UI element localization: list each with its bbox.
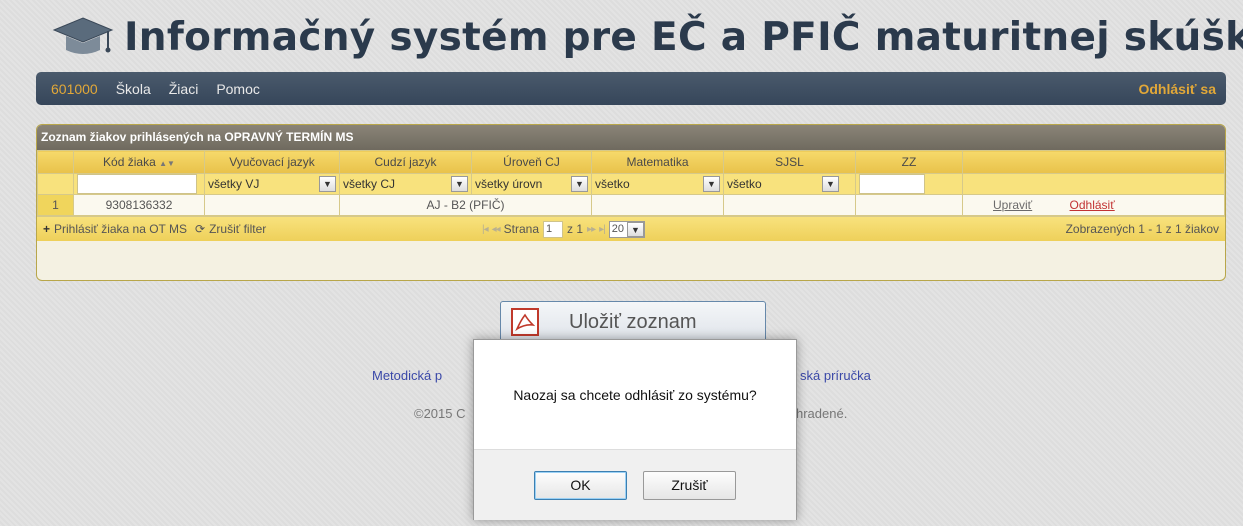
cancel-button[interactable]: Zrušiť xyxy=(643,470,736,500)
cell-cudzi-jazyk: AJ - B2 (PFIČ) xyxy=(339,194,592,216)
last-page-icon[interactable]: ▸| xyxy=(599,224,606,235)
cell-sjsl xyxy=(723,194,856,216)
nav-item-pomoc[interactable]: Pomoc xyxy=(216,81,260,97)
filter-row: všetky VJ ▼ všetky CJ ▼ všetky úrovn ▼ všet… xyxy=(37,173,1225,195)
plus-icon[interactable]: + xyxy=(43,222,50,236)
add-student-link[interactable]: Prihlásiť žiaka na OT MS xyxy=(54,222,187,236)
pager-controls: |◂ ◂◂ Strana 1 z 1 ▸▸ ▸| 20 ▼ xyxy=(482,220,645,238)
unregister-link[interactable]: Odhlásiť xyxy=(1070,198,1115,212)
copyright-left: ©2015 C xyxy=(414,406,466,421)
page-size-select[interactable]: 20 ▼ xyxy=(608,220,645,238)
code-filter-input[interactable] xyxy=(77,174,197,194)
cudzi-jazyk-filter-select[interactable]: všetky CJ ▼ xyxy=(343,176,468,192)
app-title: Informačný systém pre EČ a PFIČ maturitn… xyxy=(124,14,1243,60)
user-guide-link[interactable]: ská príručka xyxy=(800,368,871,383)
clear-filter-link[interactable]: Zrušiť filter xyxy=(209,222,266,236)
col-header-actions xyxy=(962,150,1225,174)
cell-matematika xyxy=(591,194,724,216)
logout-confirm-dialog: Naozaj sa chcete odhlásiť zo systému? OK… xyxy=(473,339,797,520)
ok-button[interactable]: OK xyxy=(534,470,627,500)
vyuc-jazyk-filter-select[interactable]: všetky VJ ▼ xyxy=(208,176,336,192)
chevron-down-icon: ▼ xyxy=(626,221,644,237)
page-of-label: z 1 xyxy=(567,222,584,236)
app-header: Informačný systém pre EČ a PFIČ maturitn… xyxy=(52,8,1243,66)
cell-actions: Upraviť Odhlásiť xyxy=(962,194,1225,216)
chevron-down-icon: ▼ xyxy=(451,176,468,192)
dialog-footer: OK Zrušiť xyxy=(474,449,796,520)
prev-page-icon[interactable]: ◂◂ xyxy=(492,224,501,235)
top-nav: 601000 Škola Žiaci Pomoc Odhlásiť sa xyxy=(36,72,1226,105)
page-input[interactable]: 1 xyxy=(543,220,564,238)
sort-icon: ▲▼ xyxy=(159,159,175,168)
dialog-message: Naozaj sa chcete odhlásiť zo systému? xyxy=(513,386,757,403)
chevron-down-icon: ▼ xyxy=(319,176,336,192)
cell-vyuc-jazyk xyxy=(204,194,340,216)
col-header-zz[interactable]: ZZ xyxy=(855,150,963,174)
save-list-label: Uložiť zoznam xyxy=(569,310,697,333)
grid-pager: + Prihlásiť žiaka na OT MS ⟳ Zrušiť filt… xyxy=(37,216,1225,241)
nav-school-code[interactable]: 601000 xyxy=(51,81,98,97)
grid-caption: Zoznam žiakov prihlásených na OPRAVNÝ TE… xyxy=(37,125,1225,150)
nav-item-ziaci[interactable]: Žiaci xyxy=(169,81,199,97)
col-header-uroven-cj[interactable]: Úroveň CJ xyxy=(471,150,592,174)
header-row: Kód žiaka ▲▼ Vyučovací jazyk Cudzí jazyk… xyxy=(37,150,1225,174)
col-header-matematika[interactable]: Matematika xyxy=(591,150,724,174)
nav-item-skola[interactable]: Škola xyxy=(116,81,151,97)
cell-code: 9308136332 xyxy=(73,194,205,216)
refresh-icon[interactable]: ⟳ xyxy=(195,222,205,236)
next-page-icon[interactable]: ▸▸ xyxy=(587,224,596,235)
chevron-down-icon: ▼ xyxy=(703,176,720,192)
table-row[interactable]: 1 9308136332 AJ - B2 (PFIČ) Upraviť Odhl… xyxy=(37,194,1225,216)
col-header-cudzi-jazyk[interactable]: Cudzí jazyk xyxy=(339,150,472,174)
sjsl-filter-select[interactable]: všetko ▼ xyxy=(727,176,839,192)
first-page-icon[interactable]: |◂ xyxy=(482,224,489,235)
col-header-num xyxy=(37,150,74,174)
matematika-filter-select[interactable]: všetko ▼ xyxy=(595,176,720,192)
students-grid: Zoznam žiakov prihlásených na OPRAVNÝ TE… xyxy=(36,124,1226,281)
col-header-sjsl[interactable]: SJSL xyxy=(723,150,856,174)
chevron-down-icon: ▼ xyxy=(571,176,588,192)
pdf-icon xyxy=(511,308,539,336)
save-list-pdf-button[interactable]: Uložiť zoznam xyxy=(500,301,766,343)
methodology-link[interactable]: Metodická p xyxy=(372,368,442,383)
records-summary: Zobrazených 1 - 1 z 1 žiakov xyxy=(1065,222,1219,236)
graduation-cap-icon xyxy=(52,17,114,54)
uroven-filter-select[interactable]: všetky úrovn ▼ xyxy=(475,176,588,192)
col-header-vyuc-jazyk[interactable]: Vyučovací jazyk xyxy=(204,150,340,174)
zz-filter-input[interactable] xyxy=(859,174,925,194)
nav-logout-link[interactable]: Odhlásiť sa xyxy=(1138,81,1216,97)
col-header-kod[interactable]: Kód žiaka ▲▼ xyxy=(73,150,205,174)
row-number: 1 xyxy=(37,194,74,216)
page-label: Strana xyxy=(503,222,540,236)
edit-link[interactable]: Upraviť xyxy=(993,198,1032,212)
students-table: Kód žiaka ▲▼ Vyučovací jazyk Cudzí jazyk… xyxy=(37,150,1225,216)
cell-zz xyxy=(855,194,963,216)
chevron-down-icon: ▼ xyxy=(822,176,839,192)
copyright-right: hradené. xyxy=(796,406,848,421)
